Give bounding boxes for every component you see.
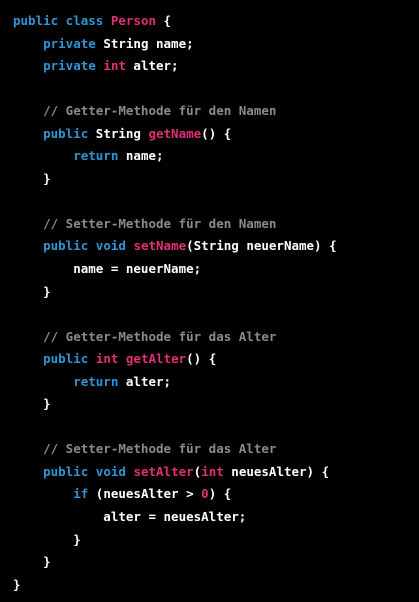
code-token: Person [110, 13, 156, 28]
code-token: return [13, 148, 126, 164]
code-token: neuesAlter) { [223, 463, 330, 479]
code-token: String name; [103, 35, 194, 51]
code-panel: public class Person { private String nam… [0, 0, 419, 602]
code-line: private int alter; [13, 55, 337, 78]
code-token: void [95, 463, 134, 479]
code-line: return alter; [13, 371, 337, 394]
code-line: private String name; [13, 33, 337, 56]
code-line: } [13, 281, 337, 304]
code-token: // Setter-Methode für den Namen [13, 215, 277, 231]
code-token: // Setter-Methode für das Alter [13, 441, 277, 457]
code-token: public [13, 463, 96, 479]
code-line: name = neuerName; [13, 258, 337, 281]
code-token: int [95, 351, 126, 367]
code-token: name; [125, 148, 164, 164]
code-token: getName [148, 125, 202, 141]
code-token: public [13, 238, 96, 254]
code-line: } [13, 168, 337, 191]
code-line: // Getter-Methode für den Namen [13, 100, 337, 123]
code-token: // Getter-Methode für den Namen [13, 103, 277, 119]
code-block: public class Person { private String nam… [13, 10, 337, 596]
code-token: } [13, 576, 21, 592]
code-line: // Setter-Methode für das Alter [13, 438, 337, 461]
code-token: int [201, 463, 224, 479]
code-token: int [103, 58, 126, 74]
code-token: public class [13, 13, 111, 28]
code-token: String [95, 125, 149, 141]
code-token: private [13, 35, 104, 51]
code-token: } [13, 531, 81, 547]
code-token: { [156, 13, 172, 28]
code-token: () { [201, 125, 232, 141]
code-token: ) { [208, 486, 232, 502]
code-line: return name; [13, 145, 337, 168]
code-token: () { [186, 351, 217, 367]
code-token: } [13, 554, 51, 570]
code-token: return [13, 373, 126, 389]
code-token: getAlter [125, 351, 187, 367]
code-token: 0 [201, 486, 209, 502]
code-token: setAlter [133, 463, 194, 479]
code-token: public [13, 125, 96, 141]
code-token: public [13, 351, 96, 367]
code-token: } [13, 283, 51, 299]
code-line: // Getter-Methode für das Alter [13, 326, 337, 349]
code-token: alter; [125, 373, 172, 389]
code-token: (neuesAlter > [95, 486, 202, 502]
code-token: (String neuerName) { [186, 238, 337, 254]
code-line: public class Person { [13, 10, 337, 33]
code-line: // Setter-Methode für den Namen [13, 213, 337, 236]
code-token: alter; [125, 58, 179, 74]
code-line: } [13, 529, 337, 552]
code-line: public String getName() { [13, 123, 337, 146]
code-line: } [13, 574, 337, 597]
code-line: } [13, 393, 337, 416]
code-line: public int getAlter() { [13, 348, 337, 371]
code-line: alter = neuesAlter; [13, 506, 337, 529]
code-token: setName [133, 238, 187, 254]
code-token: void [95, 238, 134, 254]
code-token: alter = neuesAlter; [13, 509, 247, 525]
code-token: // Getter-Methode für das Alter [13, 328, 277, 344]
code-token: } [13, 396, 51, 412]
code-line: if (neuesAlter > 0) { [13, 483, 337, 506]
code-token: name = neuerName; [13, 261, 202, 277]
code-token: } [13, 170, 51, 186]
code-line: } [13, 551, 337, 574]
code-line: public void setAlter(int neuesAlter) { [13, 461, 337, 484]
code-token: if [13, 486, 96, 502]
code-line: public void setName(String neuerName) { [13, 235, 337, 258]
code-token: private [13, 58, 104, 74]
